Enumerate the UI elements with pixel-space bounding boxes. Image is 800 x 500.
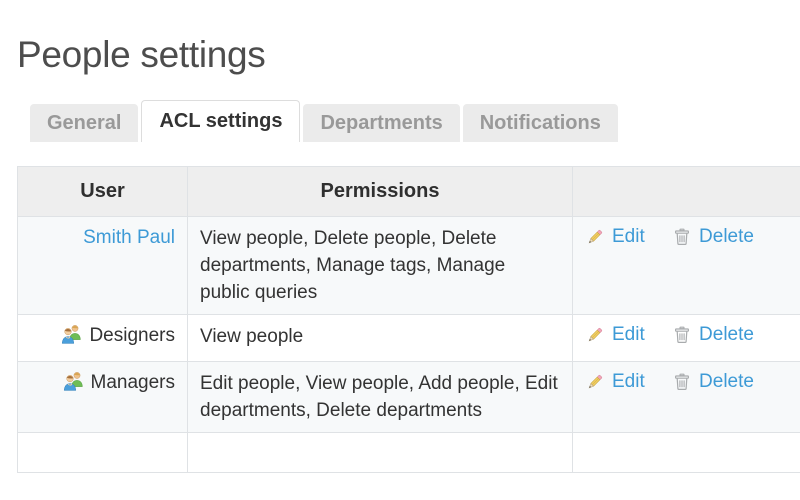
cell-user: Managers [17, 361, 188, 433]
acl-table-body: Smith Paul View people, Delete people, D… [17, 216, 800, 473]
tab-notifications[interactable]: Notifications [462, 104, 618, 142]
delete-button[interactable]: Delete [672, 225, 754, 249]
acl-table-container: User Permissions Smith Paul View people,… [17, 166, 800, 473]
column-header-permissions: Permissions [187, 166, 573, 217]
cell-actions: Edit Delete [572, 216, 800, 315]
settings-tabs: General ACL settings Departments Notific… [30, 100, 621, 142]
group-name: Designers [89, 325, 175, 346]
cell-permissions: Edit people, View people, Add people, Ed… [187, 361, 573, 433]
tab-departments-label: Departments [320, 112, 443, 134]
table-row [17, 432, 800, 473]
table-row: Smith Paul View people, Delete people, D… [17, 216, 800, 315]
delete-label: Delete [699, 371, 754, 392]
cell-permissions: View people [187, 314, 573, 362]
column-header-actions [572, 166, 800, 217]
delete-label: Delete [699, 324, 754, 345]
column-header-user: User [17, 166, 188, 217]
table-header-row: User Permissions [17, 166, 800, 217]
delete-label: Delete [699, 226, 754, 247]
edit-button[interactable]: Edit [585, 370, 645, 394]
group-icon [62, 370, 86, 394]
pencil-icon [585, 227, 605, 247]
page-title: People settings [17, 33, 266, 75]
tab-notifications-label: Notifications [479, 112, 601, 134]
pencil-icon [585, 372, 605, 392]
trash-icon [672, 227, 692, 247]
tab-departments[interactable]: Departments [303, 104, 460, 142]
group-name: Managers [90, 372, 176, 393]
table-row: Managers Edit people, View people, Add p… [17, 361, 800, 433]
cell-actions: Edit Delete [572, 314, 800, 362]
trash-icon [672, 372, 692, 392]
user-link[interactable]: Smith Paul [83, 225, 175, 251]
edit-label: Edit [612, 324, 645, 345]
cell-permissions: View people, Delete people, Delete depar… [187, 216, 573, 315]
edit-label: Edit [612, 371, 645, 392]
edit-button[interactable]: Edit [585, 323, 645, 347]
edit-label: Edit [612, 226, 645, 247]
cell-actions [572, 432, 800, 473]
table-row: Designers View people Edit Delete [17, 314, 800, 362]
tab-general-label: General [47, 112, 122, 134]
cell-user [17, 432, 188, 473]
acl-table-head: User Permissions [17, 166, 800, 217]
trash-icon [672, 325, 692, 345]
cell-user: Smith Paul [17, 216, 188, 315]
acl-table: User Permissions Smith Paul View people,… [17, 166, 800, 473]
delete-button[interactable]: Delete [672, 323, 754, 347]
edit-button[interactable]: Edit [585, 225, 645, 249]
people-settings-page: People settings General ACL settings Dep… [0, 0, 800, 500]
tab-general[interactable]: General [30, 104, 139, 142]
group-icon [60, 323, 84, 347]
cell-permissions [187, 432, 573, 473]
delete-button[interactable]: Delete [672, 370, 754, 394]
cell-user: Designers [17, 314, 188, 362]
cell-actions: Edit Delete [572, 361, 800, 433]
pencil-icon [585, 325, 605, 345]
tab-acl-settings[interactable]: ACL settings [141, 100, 301, 142]
tab-acl-settings-label: ACL settings [159, 110, 283, 132]
